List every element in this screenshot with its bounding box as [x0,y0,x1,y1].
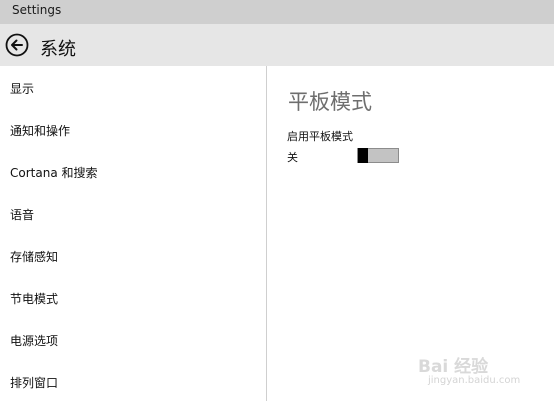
tablet-mode-toggle[interactable] [357,148,399,163]
sidebar-item-battery-saver[interactable]: 节电模式 [10,290,58,307]
sidebar-item-speech[interactable]: 语音 [10,206,34,223]
page-header: 系统 [0,24,554,66]
sidebar-item-storage-sense[interactable]: 存储感知 [10,248,58,265]
toggle-state-text: 关 [287,151,298,164]
tablet-mode-label: 启用平板模式 [287,130,353,143]
page-title: 系统 [40,39,76,60]
sidebar-item-power-options[interactable]: 电源选项 [10,332,58,349]
back-button[interactable] [5,33,29,57]
sidebar-item-snap-windows[interactable]: 排列窗口 [10,374,58,391]
sidebar-item-notifications[interactable]: 通知和操作 [10,122,70,139]
watermark-logo: Bai 经验 [418,357,489,377]
title-bar: Settings [0,0,554,24]
watermark-url: jingyan.baidu.com [428,375,521,386]
sidebar-item-display[interactable]: 显示 [10,80,34,97]
watermark: Bai 经验 jingyan.baidu.com [418,352,528,392]
sidebar-item-cortana-search[interactable]: Cortana 和搜索 [10,164,98,181]
back-arrow-icon [5,33,29,57]
toggle-knob [358,148,368,163]
sidebar: 显示 通知和操作 Cortana 和搜索 语音 存储感知 节电模式 电源选项 排… [0,66,267,401]
window-title: Settings [12,3,62,17]
main-content: 平板模式 启用平板模式 关 [267,66,554,401]
section-title: 平板模式 [288,90,372,114]
